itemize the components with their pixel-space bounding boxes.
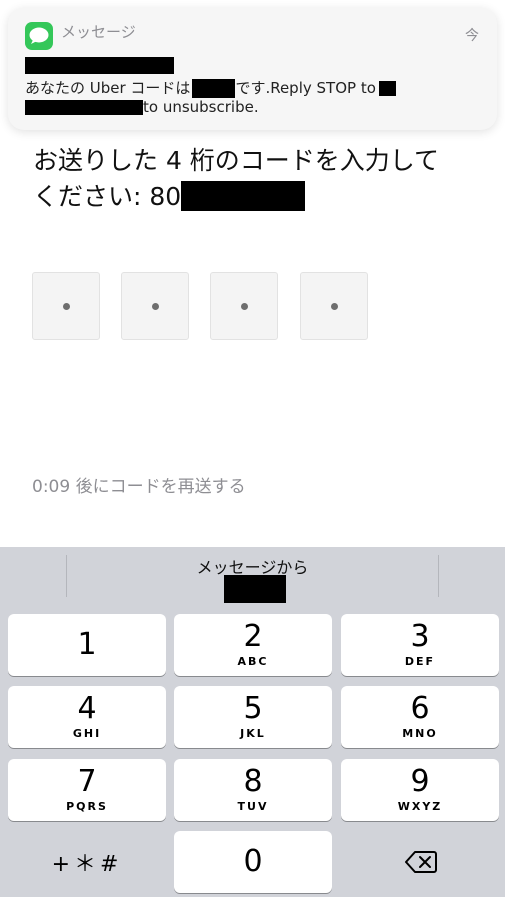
key-digit: 8 — [243, 764, 263, 799]
key-3[interactable]: 3 DEF — [341, 614, 499, 676]
redacted-code — [192, 79, 236, 98]
redacted-phone-number — [181, 181, 306, 211]
key-letters: MNO — [402, 727, 438, 740]
key-7[interactable]: 7 PQRS — [8, 759, 166, 821]
symbols-key-label: +＊# — [51, 852, 123, 877]
messages-app-icon — [25, 22, 53, 50]
empty-digit-dot — [331, 303, 338, 310]
code-digit-4[interactable] — [300, 272, 368, 340]
key-letters: TUV — [237, 800, 269, 813]
key-2[interactable]: 2 ABC — [174, 614, 332, 676]
key-1[interactable]: 1 — [8, 614, 166, 676]
sms-notification-banner[interactable]: メッセージ 今 あなたの Uber コードは です.Reply STOP to t… — [8, 8, 497, 130]
key-digit: 0 — [243, 844, 263, 879]
prompt-phone-prefix: ください: 80 — [33, 182, 182, 211]
redacted-number-2 — [25, 100, 143, 115]
prompt-line-1: お送りした 4 桁のコードを入力して — [33, 146, 440, 175]
notification-time: 今 — [465, 28, 479, 44]
key-digit: 7 — [77, 764, 97, 799]
notification-body-text-1: あなたの Uber コードは — [25, 79, 191, 97]
key-letters: PQRS — [66, 800, 108, 813]
messages-bubble-icon — [29, 27, 49, 44]
key-8[interactable]: 8 TUV — [174, 759, 332, 821]
key-digit: 1 — [77, 627, 97, 662]
key-digit: 2 — [243, 619, 263, 654]
prompt-line-2: ください: 80 — [33, 179, 483, 215]
key-letters: WXYZ — [397, 800, 443, 813]
key-6[interactable]: 6 MNO — [341, 686, 499, 748]
symbols-key[interactable]: +＊# — [8, 831, 166, 893]
resend-code-countdown: 0:09 後にコードを再送する — [32, 477, 246, 497]
delete-key[interactable] — [341, 831, 499, 893]
empty-digit-dot — [152, 303, 159, 310]
redacted-sender — [25, 57, 174, 74]
key-digit: 9 — [410, 764, 430, 799]
notification-body-text-2: です.Reply STOP to — [235, 79, 376, 97]
redacted-suggested-code[interactable] — [224, 575, 286, 603]
key-digit: 4 — [77, 691, 97, 726]
key-digit: 3 — [410, 619, 430, 654]
notification-body: あなたの Uber コードは です.Reply STOP to to unsubs… — [25, 79, 485, 117]
key-letters: JKL — [240, 727, 266, 740]
key-digit: 6 — [410, 691, 430, 726]
key-letters: ABC — [237, 655, 269, 668]
key-letters: GHI — [72, 727, 102, 740]
notification-body-text-3: to unsubscribe. — [143, 98, 259, 116]
key-5[interactable]: 5 JKL — [174, 686, 332, 748]
code-entry-prompt: お送りした 4 桁のコードを入力して ください: 80 — [33, 143, 483, 215]
notification-app-name: メッセージ — [61, 23, 136, 41]
redacted-number — [378, 81, 396, 96]
code-digit-3[interactable] — [210, 272, 278, 340]
backspace-icon — [405, 851, 437, 873]
numeric-keyboard: メッセージから 1 2 ABC 3 DEF 4 GHI 5 JKL 6 MNO … — [0, 547, 505, 897]
code-digit-1[interactable] — [32, 272, 100, 340]
autofill-suggestion-bar[interactable]: メッセージから — [0, 547, 505, 605]
empty-digit-dot — [63, 303, 70, 310]
key-0[interactable]: 0 — [174, 831, 332, 893]
empty-digit-dot — [241, 303, 248, 310]
key-digit: 5 — [243, 691, 263, 726]
key-letters: DEF — [404, 655, 436, 668]
code-digit-2[interactable] — [121, 272, 189, 340]
key-9[interactable]: 9 WXYZ — [341, 759, 499, 821]
key-4[interactable]: 4 GHI — [8, 686, 166, 748]
